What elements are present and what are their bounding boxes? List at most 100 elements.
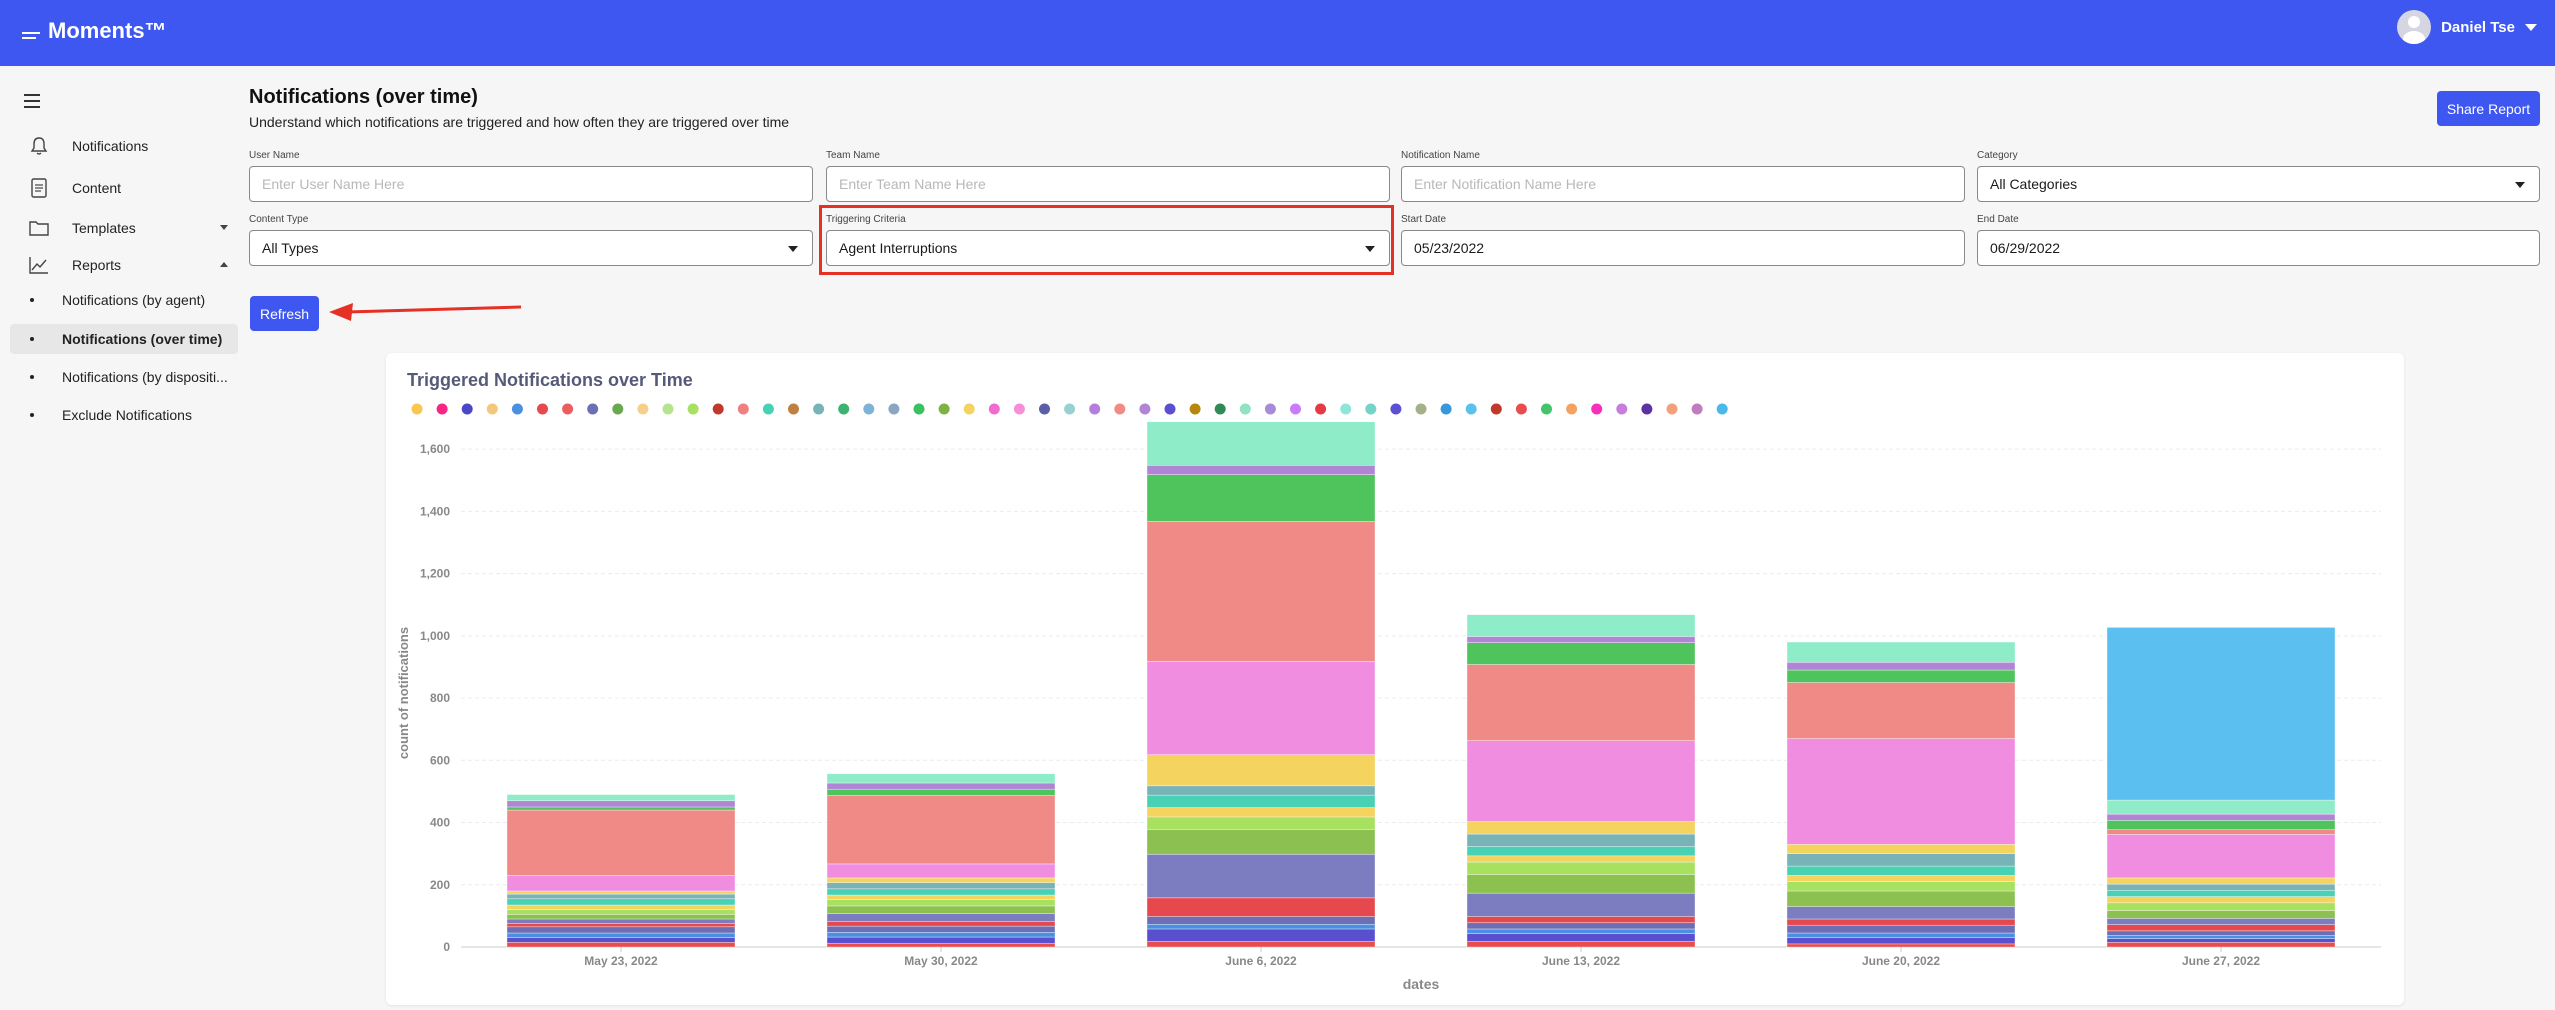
sidebar-subitem-by-agent[interactable]: Notifications (by agent) bbox=[10, 285, 238, 315]
team-name-input[interactable] bbox=[839, 176, 1377, 192]
legend-dot bbox=[637, 403, 649, 415]
legend-dot bbox=[587, 403, 599, 415]
bar-segment bbox=[1146, 829, 1376, 855]
legend-dot bbox=[1164, 403, 1176, 415]
bar-segment bbox=[506, 937, 736, 943]
legend-dot bbox=[888, 403, 900, 415]
bar-segment bbox=[2106, 910, 2336, 919]
user-menu[interactable]: Daniel Tse bbox=[2397, 10, 2537, 44]
bar-segment bbox=[2106, 799, 2336, 815]
bar-segment bbox=[1146, 816, 1376, 830]
refresh-button[interactable]: Refresh bbox=[250, 296, 319, 331]
bar-segment bbox=[1146, 754, 1376, 787]
logo-mark-icon bbox=[22, 31, 40, 39]
bar-segment bbox=[826, 894, 1056, 901]
bar-segment bbox=[1146, 807, 1376, 818]
bar-segment bbox=[826, 936, 1056, 944]
notification-name-input[interactable] bbox=[1414, 176, 1952, 192]
bar-segment bbox=[2106, 813, 2336, 821]
legend-dot bbox=[1239, 403, 1251, 415]
legend-dot bbox=[1139, 403, 1151, 415]
category-filter: Category All Categories bbox=[1977, 150, 2540, 202]
sidebar-subitem-by-disposition[interactable]: Notifications (by dispositi... bbox=[10, 362, 238, 392]
bar-segment bbox=[1466, 892, 1696, 917]
category-value: All Categories bbox=[1990, 176, 2078, 192]
field-label: End Date bbox=[1977, 214, 2019, 225]
bar-segment bbox=[1786, 937, 2016, 945]
bar-segment bbox=[1146, 923, 1376, 930]
notification-name-filter: Notification Name bbox=[1401, 150, 1965, 202]
x-tick-label: June 27, 2022 bbox=[2182, 954, 2260, 968]
legend-dot bbox=[1591, 403, 1603, 415]
y-tick-label: 600 bbox=[430, 753, 450, 767]
bar-segment bbox=[1466, 941, 1696, 948]
legend-dot bbox=[963, 403, 975, 415]
y-tick-label: 1,600 bbox=[420, 442, 450, 456]
annotation-arrow-icon bbox=[329, 303, 522, 321]
page-subtitle: Understand which notifications are trigg… bbox=[249, 114, 790, 130]
bar-segment bbox=[1466, 614, 1696, 637]
share-report-button[interactable]: Share Report bbox=[2437, 91, 2540, 126]
field-label: Team Name bbox=[826, 150, 880, 161]
start-date-value: 05/23/2022 bbox=[1414, 240, 1485, 256]
bar-segment bbox=[506, 893, 736, 900]
bar-segment bbox=[1466, 846, 1696, 857]
bar-segment bbox=[1146, 464, 1376, 475]
bar-segment bbox=[1786, 932, 2016, 938]
user-name: Daniel Tse bbox=[2441, 18, 2515, 36]
field-label: Category bbox=[1977, 150, 2018, 161]
sidebar-item-notifications[interactable]: Notifications bbox=[10, 131, 238, 161]
bar-segment bbox=[2106, 890, 2336, 897]
logo-text: Moments™ bbox=[48, 18, 167, 43]
bar-segment bbox=[1786, 890, 2016, 907]
legend-dot bbox=[1666, 403, 1678, 415]
menu-icon[interactable] bbox=[24, 94, 40, 108]
sidebar-subitem-over-time[interactable]: Notifications (over time) bbox=[10, 324, 238, 354]
bar-segment bbox=[506, 926, 736, 934]
chart-line-icon bbox=[24, 256, 54, 274]
bar-segment bbox=[1146, 521, 1376, 662]
start-date-input[interactable]: 05/23/2022 bbox=[1401, 230, 1965, 266]
bar-segment bbox=[506, 875, 736, 892]
field-label: Content Type bbox=[249, 214, 309, 225]
legend-dot bbox=[938, 403, 950, 415]
legend-dot bbox=[612, 403, 624, 415]
bullet-icon bbox=[30, 413, 34, 417]
x-axis-label: dates bbox=[1403, 976, 1440, 992]
legend-dot bbox=[1264, 403, 1276, 415]
end-date-filter: End Date 06/29/2022 bbox=[1977, 214, 2540, 266]
user-name-input[interactable] bbox=[262, 176, 800, 192]
sidebar-item-content[interactable]: Content bbox=[10, 173, 238, 203]
legend-dot bbox=[1691, 403, 1703, 415]
y-tick-label: 0 bbox=[443, 940, 450, 954]
y-tick-label: 400 bbox=[430, 816, 450, 830]
end-date-input[interactable]: 06/29/2022 bbox=[1977, 230, 2540, 266]
bar-segment bbox=[1466, 928, 1696, 934]
bar-segment bbox=[826, 925, 1056, 933]
sidebar-item-label: Notifications bbox=[72, 138, 149, 154]
legend-dot bbox=[1315, 403, 1327, 415]
bar-segment bbox=[1786, 924, 2016, 934]
sidebar-subitem-exclude[interactable]: Exclude Notifications bbox=[10, 400, 238, 430]
bar-segment bbox=[2106, 829, 2336, 835]
bar-segment bbox=[826, 863, 1056, 879]
bar-segment bbox=[2106, 930, 2336, 936]
bar-segment bbox=[826, 913, 1056, 922]
legend-dot bbox=[1515, 403, 1527, 415]
bar-segment bbox=[506, 806, 736, 811]
bar-segment bbox=[826, 905, 1056, 915]
bar-segment bbox=[1146, 661, 1376, 755]
content-type-select[interactable]: All Types bbox=[249, 230, 813, 266]
bar-segment bbox=[1146, 897, 1376, 917]
bar-segment bbox=[1786, 943, 2016, 948]
bar-segment bbox=[1146, 421, 1376, 466]
legend-dot bbox=[1490, 403, 1502, 415]
category-select[interactable]: All Categories bbox=[1977, 166, 2540, 202]
app-logo[interactable]: Moments™ bbox=[22, 18, 167, 44]
top-bar: Moments™ Daniel Tse bbox=[0, 0, 2555, 66]
sidebar-item-templates[interactable]: Templates bbox=[10, 213, 238, 243]
folder-icon bbox=[24, 220, 54, 236]
bar-segment bbox=[1466, 933, 1696, 942]
sidebar-item-reports[interactable]: Reports bbox=[10, 250, 238, 280]
legend-dot bbox=[461, 403, 473, 415]
